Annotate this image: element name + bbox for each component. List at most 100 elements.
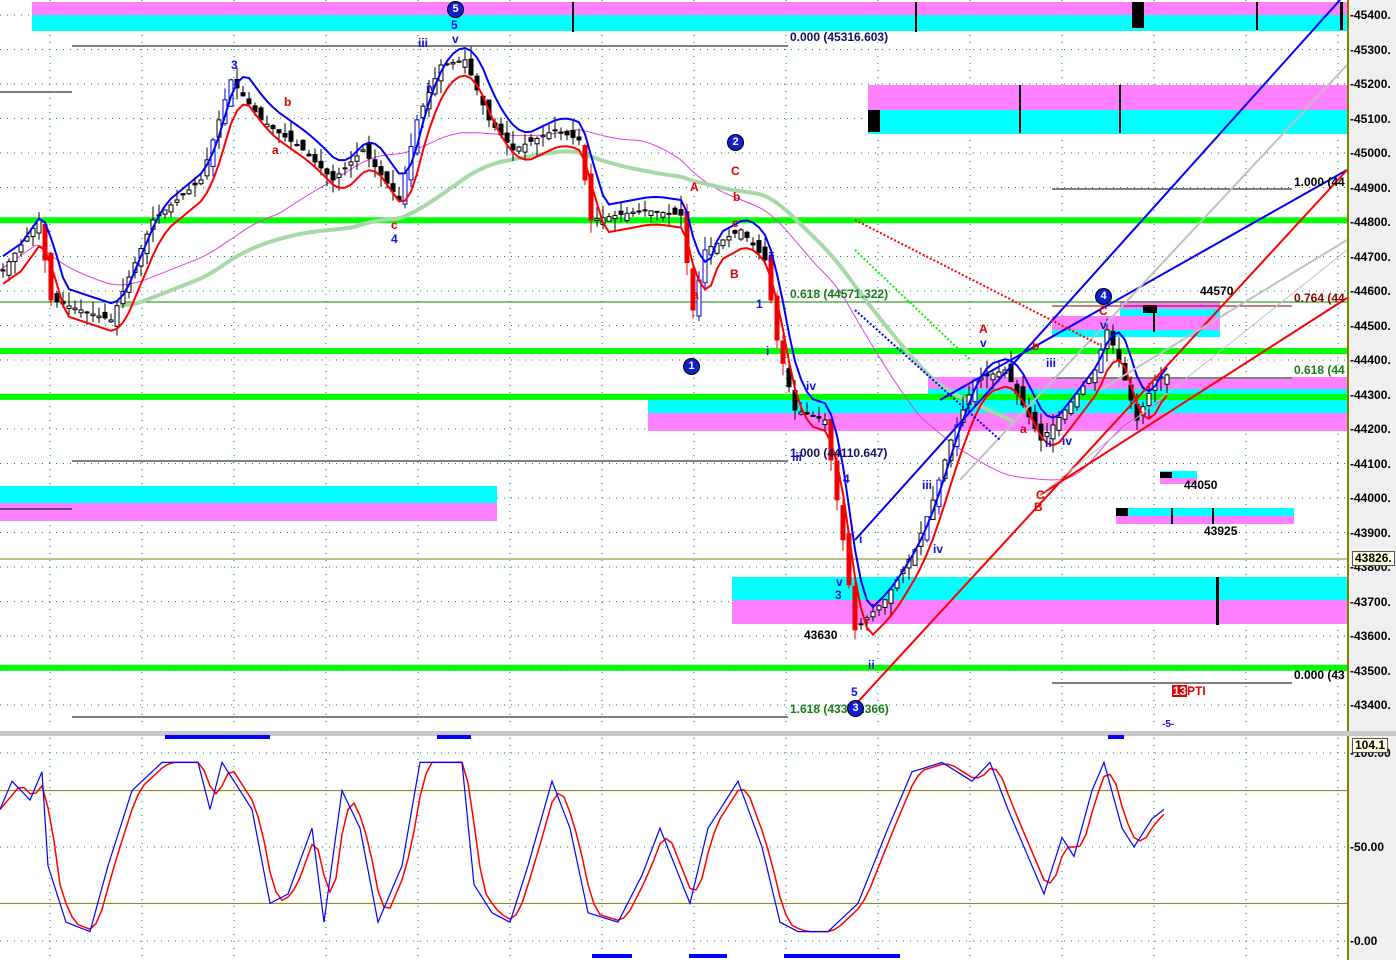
wave-circle-2: 2 (727, 134, 744, 151)
last-price-tag: 43826. (1352, 551, 1395, 566)
candle-body (522, 143, 528, 153)
candle-body (174, 199, 180, 203)
candle-body (528, 137, 534, 142)
candle-body (18, 244, 24, 253)
wave-label: ii (1045, 436, 1052, 450)
zone-marker (1160, 472, 1172, 478)
price-tick-label: -44700. (1350, 249, 1391, 264)
price-tick-label: -45100. (1350, 111, 1391, 126)
candle-body (456, 60, 462, 63)
zone-marker (572, 2, 574, 32)
candle-body (336, 173, 342, 178)
fib-618-label: 0.618 (44571.322) (790, 287, 889, 301)
wave-label: 5 (451, 18, 458, 32)
price-tick-label: -44800. (1350, 215, 1391, 229)
candle-body (198, 179, 204, 185)
wave-label: iv (1062, 434, 1073, 448)
price-tick-label: -43400. (1350, 698, 1391, 712)
wave-label: iii (1046, 356, 1057, 370)
price-tick-label: -44300. (1350, 387, 1391, 402)
wave-label: i (766, 344, 770, 358)
zone-pink (32, 2, 1347, 15)
zone-marker (1340, 2, 1343, 30)
wave-label: v (1100, 318, 1107, 332)
candle-body (654, 210, 660, 213)
wave-label: c (391, 218, 398, 232)
price-tick-label: -44000. (1350, 491, 1391, 505)
wave-circle-1: 1 (683, 358, 700, 375)
trading-chart: -45400. -45300. -45200. -45100. -45000. -4490… (0, 0, 1396, 960)
candle-body (642, 209, 648, 212)
candle-body (12, 252, 18, 263)
candle-body (876, 605, 882, 611)
price-tick-label: -43700. (1350, 594, 1391, 609)
wave-label: a (272, 143, 279, 157)
price-tick-label: -44500. (1350, 318, 1391, 333)
candle-body (558, 131, 564, 134)
candle-body (672, 207, 678, 215)
trend-line (854, 169, 1348, 706)
candle-body (258, 107, 264, 121)
wave-label: ii (768, 250, 775, 264)
candle-body (732, 229, 738, 234)
candle-body (378, 166, 384, 176)
stoch-tick-label: -50.00 (1350, 840, 1385, 854)
wave-label: A (979, 322, 988, 336)
candle-body (282, 132, 288, 138)
candle-body (996, 371, 1002, 378)
candle-body (108, 319, 114, 323)
wave-circle-3: 3 (847, 700, 864, 717)
wave-label: 3 (835, 588, 842, 602)
candle-body (0, 269, 6, 272)
price-tick-label: -45200. (1350, 77, 1391, 91)
candle-body (840, 505, 846, 541)
candle-body (888, 589, 894, 604)
pti-count: 13 (1172, 684, 1188, 698)
candle-body (510, 143, 516, 151)
candle-body (1092, 369, 1098, 384)
support-resistance-line (0, 664, 1347, 671)
wave-label: 5 (851, 685, 858, 699)
candle-body (1074, 393, 1080, 408)
wave-circle-4: 4 (1095, 288, 1112, 305)
signal-bar (784, 954, 900, 958)
wave-label: 1 (756, 297, 763, 311)
wave-label: a (1020, 422, 1027, 436)
wave-label: b (1032, 339, 1040, 353)
zone-cyan (1116, 508, 1294, 516)
candle-body (990, 373, 996, 381)
wave-label: b (284, 95, 292, 109)
candle-body (576, 136, 582, 141)
candle-body (1116, 349, 1122, 361)
wave-label: a (692, 288, 699, 302)
candle-body (312, 154, 318, 163)
candle-body (372, 159, 378, 168)
candle-body (354, 155, 360, 162)
candle-body (858, 623, 864, 626)
candle-body (606, 216, 612, 222)
candle-body (84, 311, 90, 314)
fib-1618-label: 1.618 (433?3.366) (790, 702, 889, 716)
candle-body (720, 239, 726, 247)
trend-line (939, 169, 1348, 401)
candle-body (114, 305, 120, 327)
candle-body (168, 204, 174, 213)
wave-label: iv (933, 542, 944, 556)
price-tick-label: -43900. (1350, 525, 1391, 540)
candle-body (624, 212, 630, 222)
zone-marker (1212, 508, 1214, 524)
wave-label: iii (792, 450, 803, 464)
candle-body (816, 416, 822, 419)
candle-body (270, 125, 276, 129)
candle-body (1146, 392, 1152, 407)
signal-bar (437, 735, 471, 739)
zone-marker (868, 110, 880, 132)
price-tick-label: -44100. (1350, 456, 1391, 471)
zone-marker (1216, 577, 1219, 625)
candle-body (804, 412, 810, 415)
candle-body (762, 246, 768, 261)
price-label-44050: 44050 (1184, 478, 1218, 492)
candle-body (630, 211, 636, 214)
wave-label: v (836, 575, 843, 589)
support-resistance-line (0, 348, 1347, 355)
